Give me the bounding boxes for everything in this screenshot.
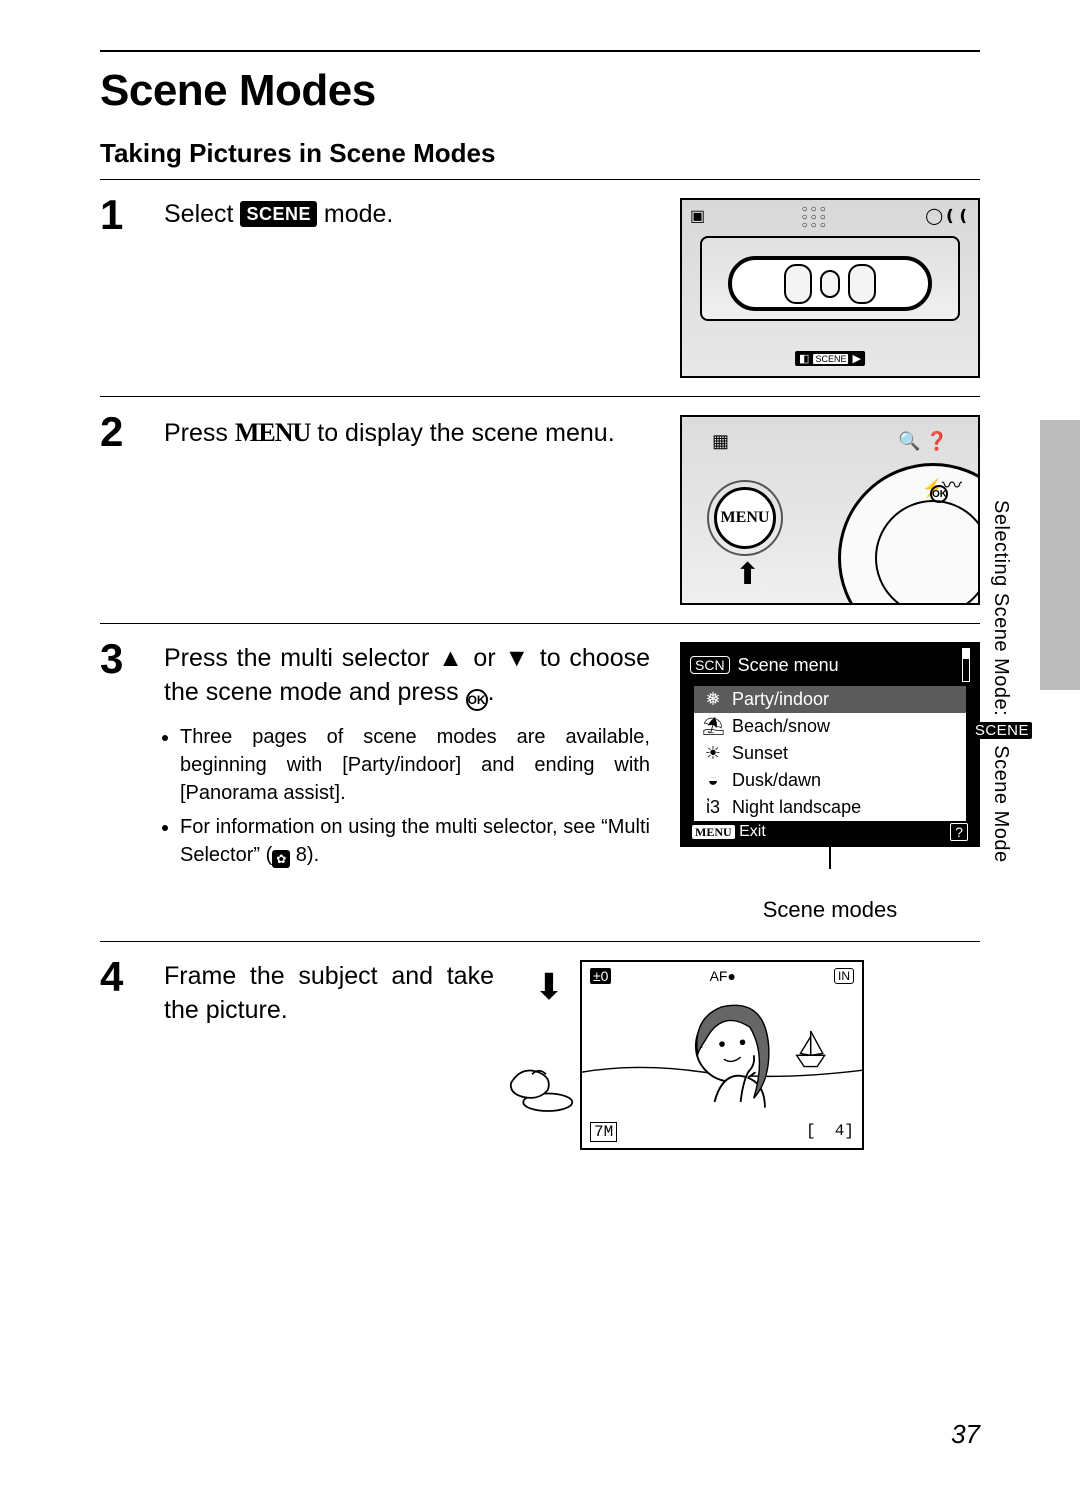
thumbnail-icon: ▦ xyxy=(712,431,729,452)
bullet-1: Three pages of scene modes are available… xyxy=(180,723,650,807)
step-number-2: 2 xyxy=(100,411,144,453)
scene-modes-caption: Scene modes xyxy=(680,897,980,923)
side-label-prefix: Selecting Scene Mode: xyxy=(990,500,1012,722)
step-number-4: 4 xyxy=(100,956,144,998)
scene-item-label: Sunset xyxy=(732,743,788,764)
help-icon: ❓ xyxy=(926,431,948,451)
scene-badge-icon: SCENE xyxy=(240,201,317,227)
scene-item-label: Dusk/dawn xyxy=(732,770,821,791)
section-subtitle: Taking Pictures in Scene Modes xyxy=(100,138,980,180)
exposure-badge-icon: ±0 xyxy=(590,968,611,984)
image-size-indicator: 7M xyxy=(590,1122,617,1142)
triangle-down-icon xyxy=(504,644,531,672)
page-number: 37 xyxy=(951,1419,980,1450)
scene-item-label: Beach/snow xyxy=(732,716,830,737)
night-icon: ἰ3 xyxy=(702,797,724,818)
scene-item-label: Party/indoor xyxy=(732,689,829,710)
menu-footer-icon: MENU xyxy=(692,825,735,839)
scene-mini-icon: SCENE xyxy=(813,354,848,364)
step-1-pre: Select xyxy=(164,200,240,228)
af-indicator: AF● xyxy=(710,968,736,984)
step-3: 3 Press the multi selector or to choose … xyxy=(100,624,980,942)
press-shutter-hand-icon xyxy=(504,1048,574,1118)
step-3-pre: Press the multi selector xyxy=(164,644,438,672)
menu-button-icon: MENU xyxy=(714,487,776,549)
side-tab xyxy=(1040,420,1080,690)
scene-item-party-indoor: ❅ Party/indoor xyxy=(694,686,966,713)
bullet-2-refnum: 8). xyxy=(290,844,319,866)
arrow-down-icon: ⬇ xyxy=(534,966,564,1008)
dusk-icon: ◒ xyxy=(702,770,724,791)
step-number-3: 3 xyxy=(100,638,144,680)
zoom-icon: 🔍 xyxy=(898,431,920,451)
triangle-up-icon xyxy=(438,644,465,672)
party-icon: ❅ xyxy=(702,689,724,710)
scene-menu-title: Scene menu xyxy=(738,655,839,676)
step-3-period: . xyxy=(488,678,495,706)
page-ref-icon: ✿ xyxy=(272,850,290,868)
step-1-post: mode. xyxy=(317,200,393,228)
speaker-dots-icon: ○○○○○○○○○ xyxy=(802,206,829,230)
movie-icon: ▶ xyxy=(852,352,860,365)
shots-remaining: [ 4] xyxy=(806,1122,854,1142)
scene-menu-list: ❅ Party/indoor ⛱ Beach/snow ☀ Sunset ◒ Dusk/… xyxy=(694,686,966,821)
camera-mode-dial-illustration: ▣ ○○○○○○○○○ ◯❪❪ ◧ SCENE ▶ xyxy=(680,198,980,378)
playback-icon: ▣ xyxy=(690,206,705,230)
step-4: 4 Frame the subject and take the picture… xyxy=(100,942,980,1168)
scene-item-dusk-dawn: ◒ Dusk/dawn xyxy=(694,767,966,794)
step-3-or: or xyxy=(465,644,505,672)
side-section-label: Selecting Scene Mode: SCENE Scene Mode xyxy=(972,500,1032,960)
scene-item-beach-snow: ⛱ Beach/snow xyxy=(694,713,966,740)
scene-item-night-landscape: ἰ3 Night landscape xyxy=(694,794,966,821)
scene-menu-screen-illustration: SCN Scene menu ❅ Party/indoor ⛱ Beach/snow… xyxy=(680,642,980,847)
page-title: Scene Modes xyxy=(100,66,980,116)
camera-back-buttons-illustration: ▦ 🔍 ❓ MENU ⬆ ⚡ 〰 OK xyxy=(680,415,980,605)
step-3-bullets: Three pages of scene modes are available… xyxy=(164,723,650,869)
scn-badge-icon: SCN xyxy=(690,656,730,674)
memory-in-icon: IN xyxy=(834,968,854,984)
ok-circle-icon: OK xyxy=(466,689,488,711)
menu-word-icon: MENU xyxy=(235,418,310,447)
step-1: 1 Select SCENE mode. ▣ ○○○○○○○○○ ◯❪❪ ◧ S… xyxy=(100,180,980,397)
beach-icon: ⛱ xyxy=(702,716,724,737)
step-3-text: Press the multi selector or to choose th… xyxy=(164,642,650,711)
power-icon: ◯❪❪ xyxy=(925,206,970,230)
arrow-up-icon: ⬆ xyxy=(735,557,760,592)
side-label-suffix: Scene Mode xyxy=(990,739,1012,862)
step-4-text: Frame the subject and take the picture. xyxy=(164,960,494,1028)
scene-badge-side-icon: SCENE xyxy=(972,722,1032,739)
camera-still-icon: ◧ xyxy=(799,352,809,365)
step-1-text: Select SCENE mode. xyxy=(164,198,650,232)
ok-icon: OK xyxy=(930,485,948,503)
framing-lcd-illustration: ±0 AF● IN 7M [ 4] xyxy=(580,960,864,1150)
step-2: 2 Press MENU to display the scene menu. … xyxy=(100,397,980,624)
scene-item-sunset: ☀ Sunset xyxy=(694,740,966,767)
bullet-2-text: For information on using the multi selec… xyxy=(180,816,650,866)
step-2-pre: Press xyxy=(164,419,235,447)
scene-item-label: Night landscape xyxy=(732,797,861,818)
help-badge-icon: ? xyxy=(950,823,968,841)
sunset-icon: ☀ xyxy=(702,743,724,764)
bullet-2: For information on using the multi selec… xyxy=(180,813,650,869)
exit-label: Exit xyxy=(739,823,766,840)
step-2-text: Press MENU to display the scene menu. xyxy=(164,415,650,451)
step-2-post: to display the scene menu. xyxy=(310,419,614,447)
step-number-1: 1 xyxy=(100,194,144,236)
